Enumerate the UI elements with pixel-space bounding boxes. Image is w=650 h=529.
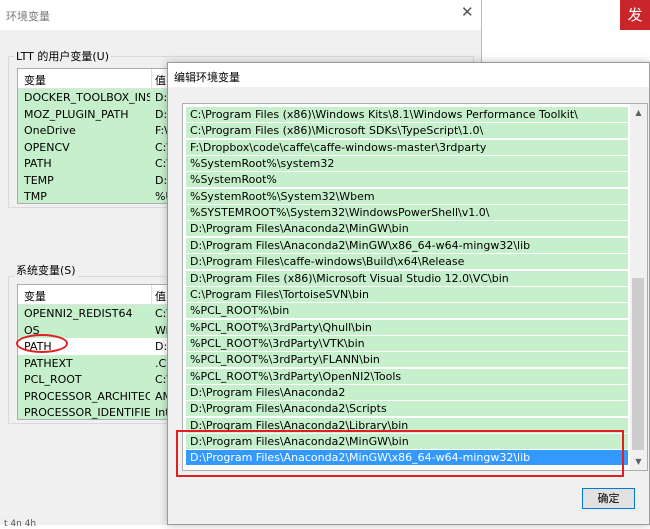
column-divider[interactable] <box>151 285 152 304</box>
path-entry-text: %SystemRoot% <box>190 173 277 187</box>
variable-name: PCL_ROOT <box>24 373 82 386</box>
list-item[interactable]: %SYSTEMROOT%\System32\WindowsPowerShell\… <box>186 205 628 221</box>
path-entry-text: C:\Program Files (x86)\Windows Kits\8.1\… <box>190 108 578 121</box>
list-item[interactable]: %PCL_ROOT%\bin <box>186 303 628 319</box>
scroll-up-icon[interactable]: ▲ <box>630 104 647 121</box>
list-item[interactable]: C:\Program Files (x86)\Windows Kits\8.1\… <box>186 107 628 122</box>
path-entry-text: D:\Program Files\Anaconda2\MinGW\x86_64-… <box>190 238 531 252</box>
variable-name: PATHEXT <box>24 356 73 370</box>
path-entry-text: %PCL_ROOT%\3rdParty\OpenNI2\Tools <box>190 369 402 383</box>
path-entry-text: %PCL_ROOT%\bin <box>190 304 290 318</box>
user-variables-label: LTT 的用户变量(U) <box>14 48 111 64</box>
path-entry-text: D:\Program Files\Anaconda2 <box>190 385 346 399</box>
dialog-title: 编辑环境变量 <box>174 71 240 84</box>
bottom-text-fragment: t 4n 4h <box>4 519 37 529</box>
variable-name: PROCESSOR_ARCHITECT... <box>24 389 150 403</box>
variable-name: DOCKER_TOOLBOX_INST... <box>24 91 150 104</box>
list-item[interactable]: %PCL_ROOT%\3rdParty\VTK\bin <box>186 335 628 351</box>
path-entry-text: %PCL_ROOT%\3rdParty\FLANN\bin <box>190 353 380 367</box>
vertical-scrollbar[interactable]: ▲ ▼ <box>630 104 647 470</box>
close-icon[interactable]: ✕ <box>461 4 474 20</box>
path-entry-text: %SystemRoot%\System32\Wbem <box>190 189 375 203</box>
variable-name: PROCESSOR_IDENTIFIER <box>24 406 150 419</box>
window-titlebar: 环境变量 ✕ <box>0 0 481 30</box>
list-item[interactable]: D:\Program Files\Anaconda2\MinGW\x86_64-… <box>186 237 628 253</box>
path-entry-text: F:\Dropbox\code\caffe\caffe-windows-mast… <box>190 140 487 154</box>
list-item[interactable]: D:\Program Files\caffe-windows\Build\x64… <box>186 254 628 270</box>
ok-button[interactable]: 确定 <box>582 488 635 509</box>
window-title: 环境变量 <box>6 10 50 23</box>
column-header-variable[interactable]: 变量 <box>24 288 150 304</box>
list-item[interactable]: C:\Program Files\TortoiseSVN\bin <box>186 286 628 302</box>
variable-name: OPENNI2_REDIST64 <box>24 307 133 320</box>
path-entry-text: D:\Program Files\Anaconda2\MinGW\bin <box>190 222 409 236</box>
variable-name: TMP <box>24 190 47 203</box>
path-entry-text: %PCL_ROOT%\3rdParty\Qhull\bin <box>190 320 372 334</box>
list-item[interactable]: %SystemRoot%\System32\Wbem <box>186 188 628 204</box>
path-entry-text: %PCL_ROOT%\3rdParty\VTK\bin <box>190 336 365 350</box>
red-circle-annotation <box>16 334 68 353</box>
variable-name: MOZ_PLUGIN_PATH <box>24 107 129 121</box>
scroll-down-icon[interactable]: ▼ <box>630 453 647 470</box>
list-item[interactable]: D:\Program Files\Anaconda2\Scripts <box>186 401 628 417</box>
dialog-titlebar: 编辑环境变量 <box>168 63 649 87</box>
system-variables-label: 系统变量(S) <box>14 262 78 278</box>
path-entries-list[interactable]: C:\Program Files (x86)\Windows Kits\8.1\… <box>182 103 648 471</box>
list-item[interactable]: %SystemRoot% <box>186 172 628 188</box>
variable-name: OneDrive <box>24 124 76 137</box>
path-entry-text: D:\Program Files\caffe-windows\Build\x64… <box>190 255 465 269</box>
list-item[interactable]: F:\Dropbox\code\caffe\caffe-windows-mast… <box>186 139 628 155</box>
scrollbar-thumb[interactable] <box>632 278 644 450</box>
column-divider[interactable] <box>151 69 152 88</box>
column-header-variable[interactable]: 变量 <box>24 72 150 88</box>
path-entry-text: C:\Program Files\TortoiseSVN\bin <box>190 287 369 301</box>
variable-name: OPENCV <box>24 140 70 154</box>
list-item[interactable]: %PCL_ROOT%\3rdParty\Qhull\bin <box>186 319 628 335</box>
path-entry-text: C:\Program Files (x86)\Microsoft SDKs\Ty… <box>190 124 484 138</box>
list-item[interactable]: %PCL_ROOT%\3rdParty\FLANN\bin <box>186 352 628 368</box>
list-item[interactable]: D:\Program Files\Anaconda2 <box>186 384 628 400</box>
path-entry-text: D:\Program Files\Anaconda2\Scripts <box>190 402 387 416</box>
path-entry-text: %SYSTEMROOT%\System32\WindowsPowerShell\… <box>190 206 490 220</box>
list-item[interactable]: %SystemRoot%\system32 <box>186 156 628 172</box>
list-item[interactable]: C:\Program Files (x86)\Microsoft SDKs\Ty… <box>186 123 628 139</box>
list-item[interactable]: %PCL_ROOT%\3rdParty\OpenNI2\Tools <box>186 368 628 384</box>
variable-name: TEMP <box>24 173 54 187</box>
list-item[interactable]: D:\Program Files (x86)\Microsoft Visual … <box>186 270 628 286</box>
red-box-annotation <box>176 430 624 477</box>
list-item[interactable]: D:\Program Files\Anaconda2\MinGW\bin <box>186 221 628 237</box>
corner-banner[interactable]: 发 <box>620 0 650 30</box>
path-entry-text: D:\Program Files (x86)\Microsoft Visual … <box>190 271 509 285</box>
path-entry-text: %SystemRoot%\system32 <box>190 157 335 171</box>
variable-name: PATH <box>24 157 52 170</box>
